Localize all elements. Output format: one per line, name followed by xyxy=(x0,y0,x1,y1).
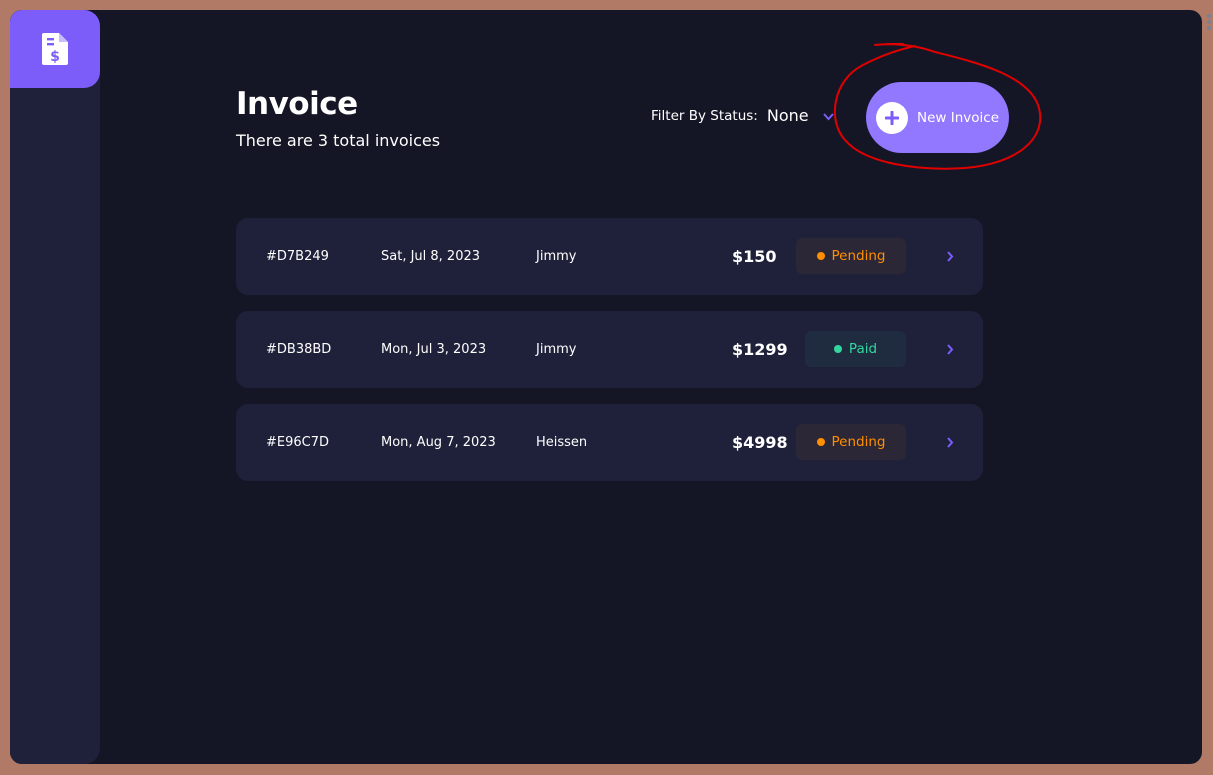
status-badge: Pending xyxy=(796,424,906,460)
invoice-amount: $1299 xyxy=(732,340,788,359)
client-name: Jimmy xyxy=(536,249,577,264)
filter-value: None xyxy=(766,106,809,125)
invoice-id: #D7B249 xyxy=(266,249,329,264)
new-invoice-label: New Invoice xyxy=(917,109,1000,126)
invoice-date: Mon, Aug 7, 2023 xyxy=(381,435,496,450)
invoice-id: #DB38BD xyxy=(266,342,332,357)
new-invoice-button[interactable]: New Invoice xyxy=(866,82,1009,153)
chevron-right-icon[interactable] xyxy=(945,250,955,263)
invoice-date: Sat, Jul 8, 2023 xyxy=(381,249,481,264)
filter-label: Filter By Status: xyxy=(651,107,758,124)
status-filter[interactable]: Filter By Status: None xyxy=(651,106,834,125)
invoice-id: #E96C7D xyxy=(266,435,330,450)
page-title: Invoice xyxy=(236,86,358,122)
more-options-icon[interactable] xyxy=(1206,13,1212,33)
chevron-right-icon[interactable] xyxy=(945,436,955,449)
status-label: Pending xyxy=(831,434,886,450)
plus-icon xyxy=(876,101,908,134)
invoice-amount: $150 xyxy=(732,247,777,266)
invoice-row[interactable]: #E96C7D Mon, Aug 7, 2023 Heissen $4998 P… xyxy=(236,404,983,481)
status-label: Paid xyxy=(848,341,878,357)
chevron-right-icon[interactable] xyxy=(945,343,955,356)
invoice-date: Mon, Jul 3, 2023 xyxy=(381,342,487,357)
invoice-row[interactable]: #DB38BD Mon, Jul 3, 2023 Jimmy $1299 Pai… xyxy=(236,311,983,388)
invoice-amount: $4998 xyxy=(732,433,788,452)
sidebar: $ xyxy=(10,10,100,764)
svg-text:$: $ xyxy=(50,49,60,65)
status-badge: Paid xyxy=(805,331,906,367)
logo-button[interactable]: $ xyxy=(10,10,100,88)
invoice-dollar-icon: $ xyxy=(42,33,68,65)
status-label: Pending xyxy=(831,248,886,264)
status-dot-icon xyxy=(833,345,842,353)
invoice-count: There are 3 total invoices xyxy=(236,131,441,150)
client-name: Heissen xyxy=(536,435,588,450)
status-badge: Pending xyxy=(796,238,906,274)
status-dot-icon xyxy=(816,252,825,260)
status-dot-icon xyxy=(816,438,825,446)
chevron-down-icon[interactable] xyxy=(822,112,834,121)
app-window: $ Invoice There are 3 total invoices Fil… xyxy=(10,10,1202,764)
client-name: Jimmy xyxy=(536,342,577,357)
invoice-row[interactable]: #D7B249 Sat, Jul 8, 2023 Jimmy $150 Pend… xyxy=(236,218,983,295)
